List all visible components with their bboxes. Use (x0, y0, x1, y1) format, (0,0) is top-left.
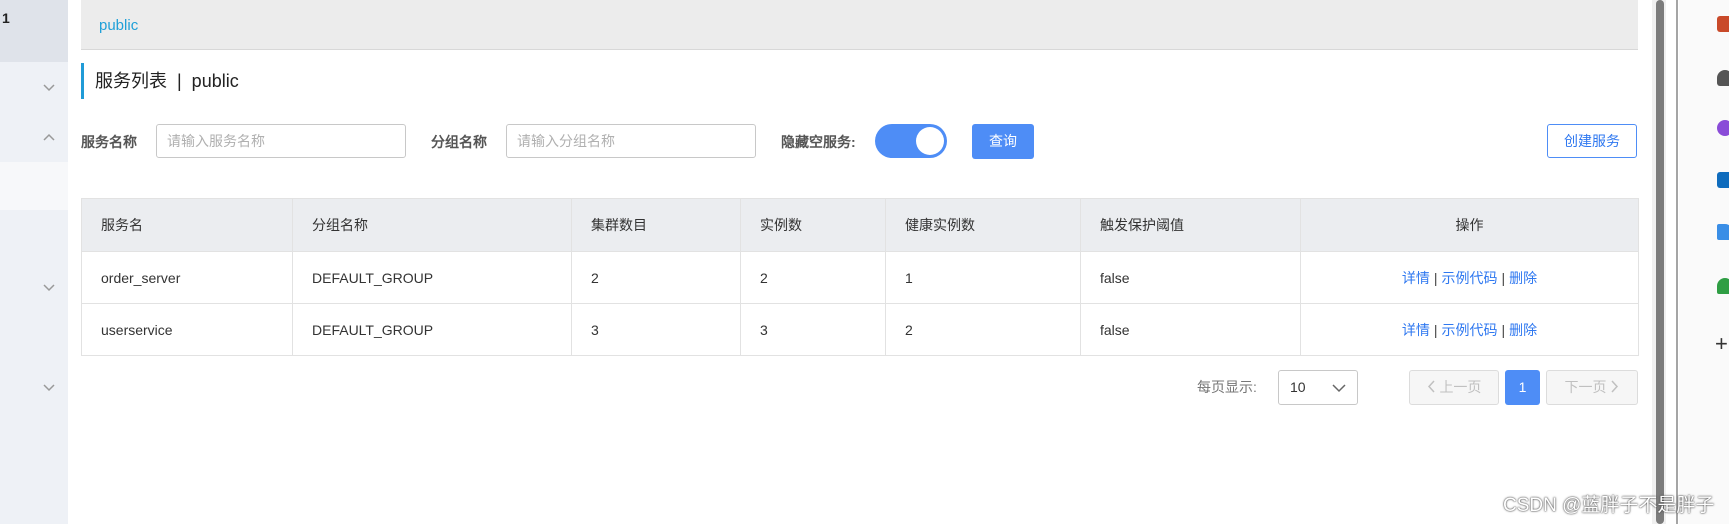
prev-page-button[interactable]: 上一页 (1409, 370, 1499, 405)
cell-instances: 2 (740, 251, 886, 304)
filter-bar: 服务名称 分组名称 隐藏空服务: 查询 创建服务 (81, 124, 1638, 162)
delete-link[interactable]: 删除 (1509, 270, 1537, 286)
next-page-button[interactable]: 下一页 (1546, 370, 1638, 405)
delete-link[interactable]: 删除 (1509, 322, 1537, 338)
service-name-label: 服务名称 (81, 134, 137, 150)
browser-side-panel: + (1679, 0, 1729, 524)
service-name-input[interactable] (156, 124, 406, 158)
toolbox-icon[interactable] (1717, 16, 1729, 32)
sidebar-header-label: 1 (2, 10, 10, 26)
namespace-public-link[interactable]: public (99, 17, 138, 34)
left-sidebar: 1 (0, 0, 68, 524)
cell-instances: 3 (740, 303, 886, 356)
table-row: order_server DEFAULT_GROUP 2 2 1 false 详… (81, 251, 1639, 304)
col-header-clusters: 集群数目 (571, 198, 741, 252)
col-header-instances: 实例数 (740, 198, 886, 252)
chevron-down-icon[interactable] (42, 380, 56, 394)
cell-actions: 详情 | 示例代码 | 删除 (1300, 251, 1639, 304)
scrollbar-thumb[interactable] (1656, 0, 1664, 524)
next-page-label: 下一页 (1564, 379, 1607, 395)
outlook-icon[interactable] (1717, 172, 1729, 188)
action-separator: | (1433, 321, 1438, 338)
action-separator: | (1501, 321, 1506, 338)
chevron-down-icon[interactable] (42, 280, 56, 294)
per-page-label: 每页显示: (1197, 379, 1257, 395)
cell-service: order_server (81, 251, 293, 304)
col-header-group: 分组名称 (292, 198, 572, 252)
sidebar-header: 1 (0, 0, 68, 62)
col-header-healthy: 健康实例数 (885, 198, 1081, 252)
table-row: userservice DEFAULT_GROUP 3 3 2 false 详情… (81, 303, 1639, 356)
detail-link[interactable]: 详情 (1402, 322, 1430, 338)
sample-code-link[interactable]: 示例代码 (1442, 270, 1498, 286)
send-icon[interactable] (1717, 224, 1729, 240)
cell-healthy: 1 (885, 251, 1081, 304)
page-title-block: 服务列表 | public (81, 63, 239, 99)
chevron-left-icon (1427, 380, 1435, 393)
cell-actions: 详情 | 示例代码 | 删除 (1300, 303, 1639, 356)
panel-divider (1676, 0, 1678, 524)
chevron-down-icon[interactable] (42, 80, 56, 94)
tree-icon[interactable] (1717, 278, 1729, 294)
cell-threshold: false (1080, 303, 1301, 356)
chevron-down-icon (1332, 384, 1346, 393)
chevron-right-icon (1611, 380, 1619, 393)
cell-group: DEFAULT_GROUP (292, 251, 572, 304)
service-table: 服务名 分组名称 集群数目 实例数 健康实例数 触发保护阈值 操作 order_… (81, 198, 1639, 356)
page-1-button[interactable]: 1 (1505, 370, 1540, 405)
chevron-up-icon[interactable] (42, 131, 56, 145)
create-service-button[interactable]: 创建服务 (1547, 124, 1637, 158)
copilot-icon[interactable] (1717, 120, 1729, 136)
query-button[interactable]: 查询 (972, 124, 1034, 159)
detail-link[interactable]: 详情 (1402, 270, 1430, 286)
cell-healthy: 2 (885, 303, 1081, 356)
cell-clusters: 2 (571, 251, 741, 304)
col-header-actions: 操作 (1300, 198, 1639, 252)
action-separator: | (1433, 269, 1438, 286)
add-icon[interactable]: + (1715, 333, 1728, 355)
per-page-value: 10 (1290, 379, 1306, 395)
prev-page-label: 上一页 (1439, 379, 1482, 395)
cell-clusters: 3 (571, 303, 741, 356)
toggle-knob (916, 127, 944, 155)
col-header-threshold: 触发保护阈值 (1080, 198, 1301, 252)
col-header-service: 服务名 (81, 198, 293, 252)
sidebar-item-selected[interactable] (0, 162, 68, 210)
group-name-label: 分组名称 (431, 134, 487, 150)
action-separator: | (1501, 269, 1506, 286)
page-title: 服务列表 | public (95, 71, 239, 91)
cell-service: userservice (81, 303, 293, 356)
hide-empty-toggle[interactable] (875, 124, 947, 158)
sample-code-link[interactable]: 示例代码 (1442, 322, 1498, 338)
group-name-input[interactable] (506, 124, 756, 158)
hide-empty-label: 隐藏空服务: (781, 134, 856, 150)
user-icon[interactable] (1717, 70, 1729, 86)
watermark: CSDN @蓝胖子不是胖子 (1503, 495, 1715, 516)
namespace-bar: public (81, 0, 1638, 50)
per-page-select[interactable]: 10 (1278, 370, 1358, 405)
cell-group: DEFAULT_GROUP (292, 303, 572, 356)
cell-threshold: false (1080, 251, 1301, 304)
table-header-row: 服务名 分组名称 集群数目 实例数 健康实例数 触发保护阈值 操作 (81, 198, 1639, 252)
